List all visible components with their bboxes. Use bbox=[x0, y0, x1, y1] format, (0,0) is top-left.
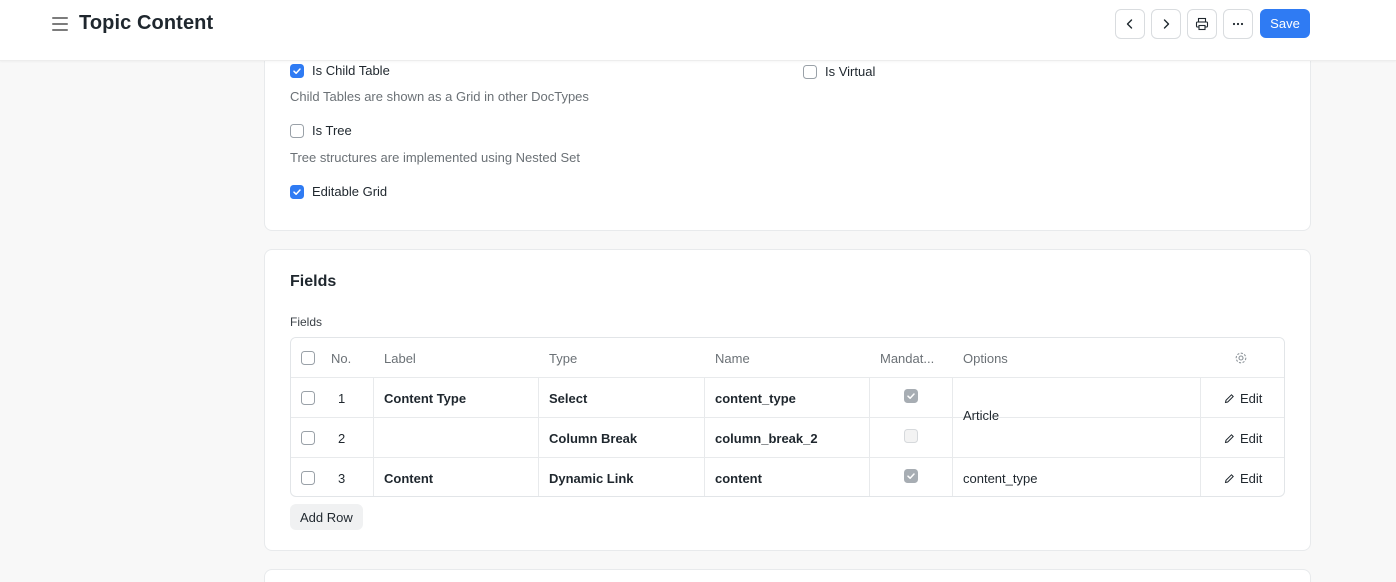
row-label[interactable]: Content Type bbox=[384, 378, 466, 418]
column-settings-button[interactable] bbox=[1234, 338, 1248, 378]
pencil-icon bbox=[1224, 473, 1234, 483]
add-row-button[interactable]: Add Row bbox=[290, 504, 363, 530]
row-edit-button[interactable]: Edit bbox=[1224, 471, 1262, 486]
section-title: Fields bbox=[290, 273, 337, 290]
row-options[interactable]: content_type bbox=[963, 458, 1037, 496]
column-header-no: No. bbox=[331, 350, 352, 366]
row-edit-button[interactable]: Edit bbox=[1224, 391, 1262, 406]
table-row[interactable]: 3 Content Dynamic Link content content_t… bbox=[291, 458, 1284, 496]
column-header-mandatory: Mandat... bbox=[880, 350, 935, 366]
row-type[interactable]: Select bbox=[549, 378, 587, 418]
page-title: Topic Content bbox=[79, 12, 214, 34]
column-header-label: Label bbox=[384, 350, 416, 366]
print-button[interactable] bbox=[1187, 9, 1217, 39]
next-button[interactable] bbox=[1151, 9, 1181, 39]
row-type[interactable]: Dynamic Link bbox=[549, 458, 634, 496]
column-header-name: Name bbox=[715, 350, 750, 366]
next-section-card bbox=[264, 569, 1311, 582]
pencil-icon bbox=[1224, 433, 1234, 443]
fields-table: No. Label Type Name Mandat... Options 1 … bbox=[290, 337, 1285, 497]
row-edit-label: Edit bbox=[1240, 430, 1263, 446]
editable-grid-checkbox-row[interactable]: Editable Grid bbox=[290, 184, 387, 199]
fields-section-card: Fields Fields No. Label Type Name Mandat… bbox=[264, 249, 1311, 551]
is-virtual-checkbox-row[interactable]: Is Virtual bbox=[803, 64, 875, 79]
row-label[interactable]: Content bbox=[384, 458, 433, 496]
table-row[interactable]: 2 Column Break column_break_2 Edit bbox=[291, 418, 1284, 458]
select-all-checkbox[interactable] bbox=[301, 351, 315, 365]
is-child-table-help: Child Tables are shown as a Grid in othe… bbox=[290, 89, 589, 104]
editable-grid-label: Editable Grid bbox=[312, 184, 388, 199]
previous-button[interactable] bbox=[1115, 9, 1145, 39]
ellipsis-icon bbox=[1232, 22, 1244, 26]
mandatory-checkbox[interactable] bbox=[904, 389, 918, 403]
is-child-table-checkbox[interactable] bbox=[290, 63, 304, 78]
chevron-left-icon bbox=[1126, 19, 1133, 29]
pencil-icon bbox=[1224, 393, 1234, 403]
is-child-table-label: Is Child Table bbox=[312, 63, 390, 78]
fields-table-label: Fields bbox=[290, 315, 323, 329]
row-select-checkbox[interactable] bbox=[301, 391, 315, 405]
row-select-checkbox[interactable] bbox=[301, 431, 315, 445]
gear-icon bbox=[1235, 352, 1247, 364]
column-header-type: Type bbox=[549, 350, 578, 366]
check-icon bbox=[907, 393, 915, 399]
save-button[interactable]: Save bbox=[1260, 9, 1310, 38]
row-type[interactable]: Column Break bbox=[549, 418, 637, 458]
row-name[interactable]: content bbox=[715, 458, 762, 496]
chevron-right-icon bbox=[1163, 19, 1170, 29]
row-edit-label: Edit bbox=[1240, 390, 1263, 406]
is-virtual-checkbox[interactable] bbox=[803, 64, 817, 79]
is-tree-checkbox-row[interactable]: Is Tree bbox=[290, 123, 352, 138]
check-icon bbox=[293, 188, 301, 195]
mandatory-checkbox[interactable] bbox=[904, 429, 918, 443]
row-edit-label: Edit bbox=[1240, 470, 1263, 486]
is-tree-help: Tree structures are implemented using Ne… bbox=[290, 150, 580, 165]
menu-icon[interactable] bbox=[52, 17, 68, 31]
row-select-checkbox[interactable] bbox=[301, 471, 315, 485]
row-number: 3 bbox=[338, 470, 346, 486]
row-number: 1 bbox=[338, 390, 346, 406]
mandatory-checkbox[interactable] bbox=[904, 469, 918, 483]
printer-icon bbox=[1195, 17, 1209, 31]
top-bar: Topic Content Save bbox=[0, 0, 1396, 61]
is-child-table-checkbox-row[interactable]: Is Child Table bbox=[290, 63, 390, 78]
column-header-options: Options bbox=[963, 350, 1008, 366]
row-name[interactable]: content_type bbox=[715, 378, 796, 418]
is-tree-label: Is Tree bbox=[312, 123, 352, 138]
editable-grid-checkbox[interactable] bbox=[290, 184, 304, 199]
check-icon bbox=[907, 473, 915, 479]
row-number: 2 bbox=[338, 430, 346, 446]
is-tree-checkbox[interactable] bbox=[290, 123, 304, 138]
row-name[interactable]: column_break_2 bbox=[715, 418, 818, 458]
is-virtual-label: Is Virtual bbox=[825, 64, 876, 79]
table-row[interactable]: 1 Content Type Select content_type Artic… bbox=[291, 378, 1284, 423]
check-icon bbox=[293, 67, 301, 74]
more-options-button[interactable] bbox=[1223, 9, 1253, 39]
table-header-row: No. Label Type Name Mandat... Options bbox=[291, 338, 1284, 378]
row-edit-button[interactable]: Edit bbox=[1224, 431, 1262, 446]
